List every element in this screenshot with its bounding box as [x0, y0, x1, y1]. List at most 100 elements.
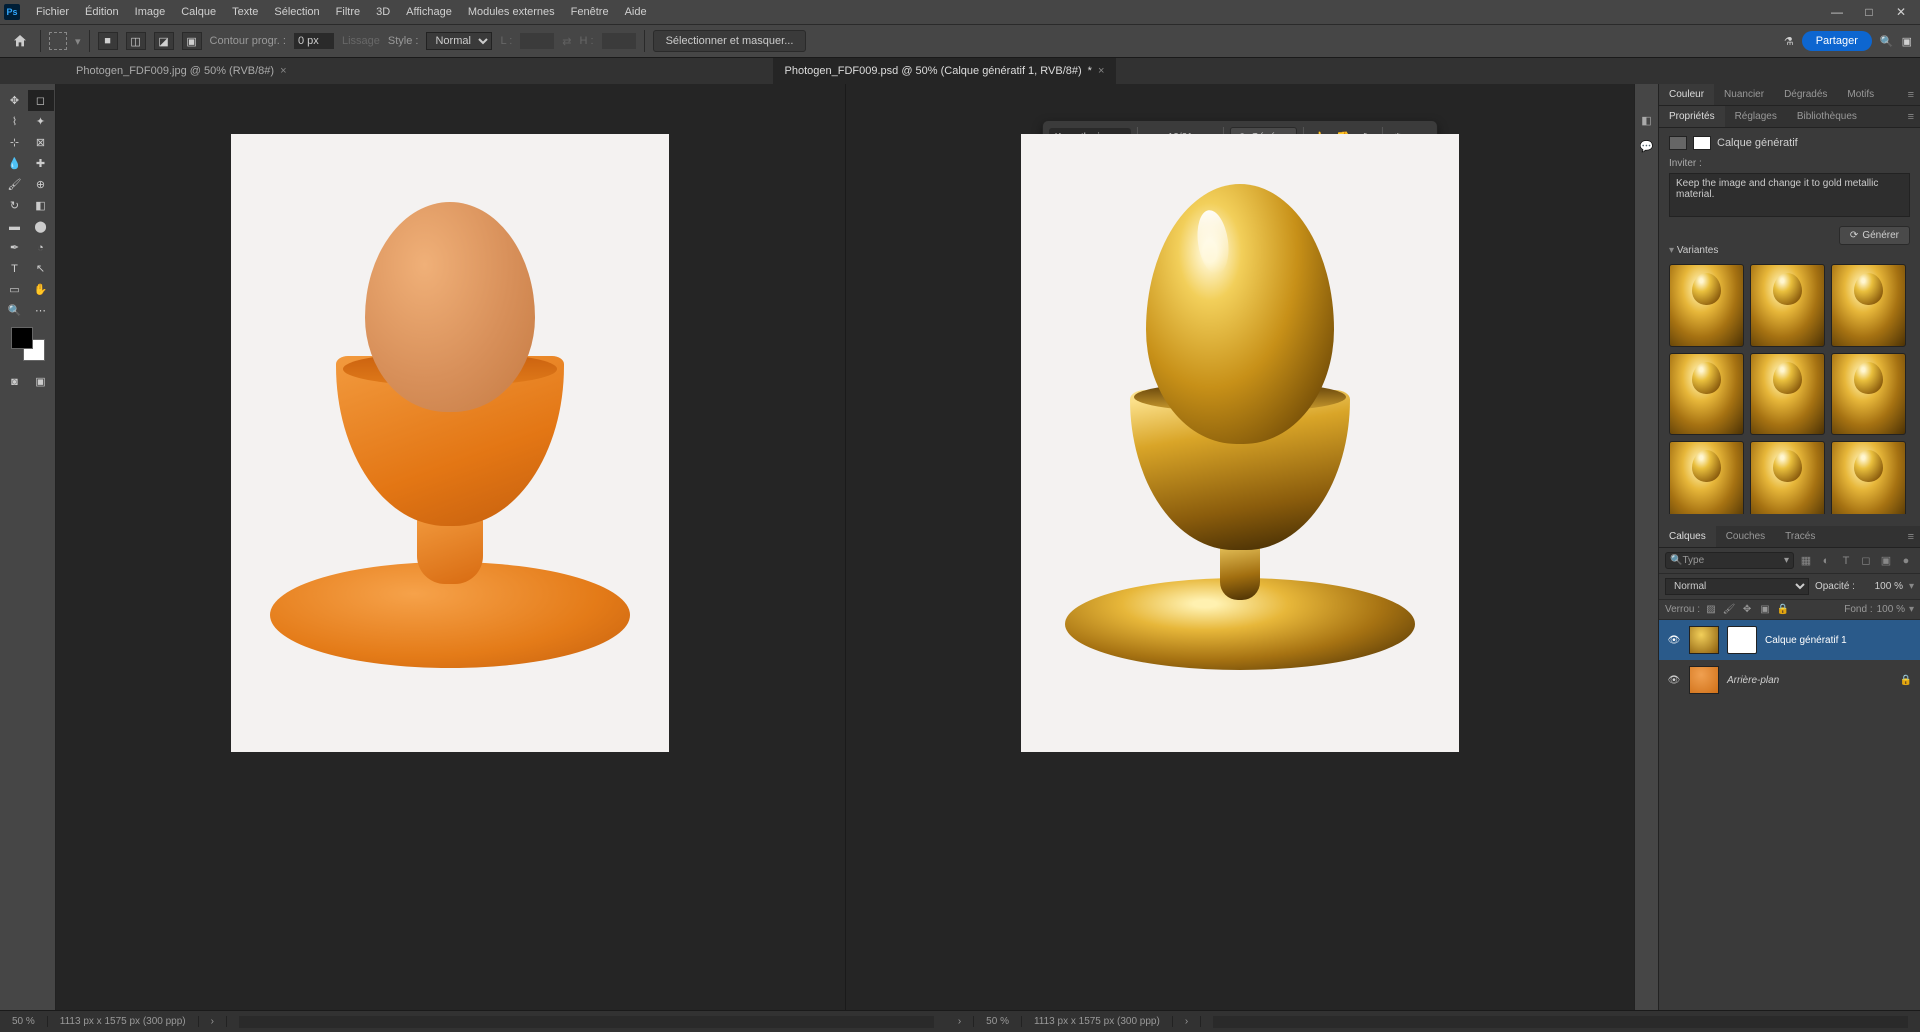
path-select-tool[interactable]: ↖	[28, 258, 54, 279]
menu-affichage[interactable]: Affichage	[398, 2, 460, 22]
menu-sélection[interactable]: Sélection	[266, 2, 327, 22]
panel-icon-1[interactable]: ◧	[1639, 112, 1655, 128]
search-icon[interactable]: 🔍	[1880, 35, 1894, 48]
heal-tool[interactable]: ✚	[28, 153, 54, 174]
color-swatches[interactable]	[11, 327, 45, 361]
selection-subtract[interactable]: ◪	[154, 32, 174, 50]
menu-fenêtre[interactable]: Fenêtre	[563, 2, 617, 22]
menu-filtre[interactable]: Filtre	[328, 2, 368, 22]
layer-row[interactable]: 👁 Calque génératif 1	[1659, 620, 1920, 660]
fill-value[interactable]: 100 %	[1877, 604, 1905, 615]
filter-image-icon[interactable]: ▦	[1798, 554, 1814, 568]
cloud-icon[interactable]: ⚗	[1784, 35, 1794, 48]
filter-toggle[interactable]: ●	[1898, 554, 1914, 568]
close-icon[interactable]: ×	[1098, 65, 1104, 77]
selection-intersect[interactable]: ▣	[182, 32, 202, 50]
crop-tool[interactable]: ⊹	[2, 132, 28, 153]
window-maximize[interactable]: □	[1854, 5, 1884, 19]
menu-modules externes[interactable]: Modules externes	[460, 2, 563, 22]
screen-mode[interactable]: ▣	[28, 371, 54, 392]
document-tab-2[interactable]: Photogen_FDF009.psd @ 50% (Calque généra…	[773, 58, 1117, 84]
lock-position[interactable]: ✥	[1740, 604, 1754, 615]
feather-input[interactable]	[294, 33, 334, 49]
chevron-right-icon[interactable]: ›	[199, 1016, 227, 1027]
filter-type-icon[interactable]: T	[1838, 554, 1854, 568]
filter-smart-icon[interactable]: ▣	[1878, 554, 1894, 568]
layer-name[interactable]: Arrière-plan	[1727, 675, 1892, 686]
eyedropper-tool[interactable]: 💧	[2, 153, 28, 174]
selection-add[interactable]: ◫	[126, 32, 146, 50]
variant-thumb[interactable]	[1750, 441, 1825, 514]
window-close[interactable]: ✕	[1886, 5, 1916, 19]
home-button[interactable]	[8, 29, 32, 53]
more-tools[interactable]: ⋯	[28, 300, 54, 321]
chevron-right-icon[interactable]: ›	[1173, 1016, 1201, 1027]
canvas-right[interactable]	[1021, 134, 1459, 752]
tab-nuancier[interactable]: Nuancier	[1714, 84, 1774, 105]
variant-thumb[interactable]	[1750, 264, 1825, 347]
tab-degrades[interactable]: Dégradés	[1774, 84, 1837, 105]
lock-pixels[interactable]: 🖌	[1722, 604, 1736, 615]
canvas-left[interactable]	[231, 134, 669, 752]
frame-tool[interactable]: ⊠	[28, 132, 54, 153]
tab-calques[interactable]: Calques	[1659, 526, 1716, 547]
invite-textarea[interactable]	[1669, 173, 1910, 217]
pen-tool[interactable]: ✒	[2, 237, 28, 258]
layer-row[interactable]: 👁 Arrière-plan 🔒	[1659, 660, 1920, 700]
layer-filter[interactable]: 🔍 Type ▾	[1665, 552, 1794, 569]
visibility-icon[interactable]: 👁	[1667, 635, 1681, 646]
zoom-left[interactable]: 50 %	[0, 1016, 48, 1027]
style-select[interactable]: Normal	[426, 32, 492, 50]
menu-texte[interactable]: Texte	[224, 2, 266, 22]
dodge-tool[interactable]: ◔	[28, 237, 54, 258]
filter-adjust-icon[interactable]: ◐	[1818, 554, 1834, 568]
panel-icon-2[interactable]: 💬	[1639, 138, 1655, 154]
filter-shape-icon[interactable]: ◻	[1858, 554, 1874, 568]
tab-couches[interactable]: Couches	[1716, 526, 1775, 547]
gradient-tool[interactable]: ▬	[2, 216, 28, 237]
history-brush-tool[interactable]: ↻	[2, 195, 28, 216]
document-tab-1[interactable]: Photogen_FDF009.jpg @ 50% (RVB/8#) ×	[64, 58, 299, 84]
panel-menu-icon[interactable]: ≡	[1902, 111, 1920, 123]
close-icon[interactable]: ×	[280, 65, 286, 77]
opacity-value[interactable]: 100 %	[1861, 581, 1903, 592]
quick-mask[interactable]: ◙	[2, 371, 28, 392]
chevron-right-icon[interactable]: ›	[946, 1016, 974, 1027]
variant-thumb[interactable]	[1669, 353, 1744, 436]
shape-tool[interactable]: ▭	[2, 279, 28, 300]
select-and-mask-button[interactable]: Sélectionner et masquer...	[653, 30, 807, 52]
variant-thumb[interactable]	[1750, 353, 1825, 436]
layer-name[interactable]: Calque génératif 1	[1765, 635, 1912, 646]
workspace-icon[interactable]: ▣	[1902, 35, 1912, 48]
tab-motifs[interactable]: Motifs	[1837, 84, 1884, 105]
hand-tool[interactable]: ✋	[28, 279, 54, 300]
menu-3d[interactable]: 3D	[368, 2, 398, 22]
menu-fichier[interactable]: Fichier	[28, 2, 77, 22]
variant-thumb[interactable]	[1831, 353, 1906, 436]
zoom-right[interactable]: 50 %	[974, 1016, 1022, 1027]
marquee-tool[interactable]: ◻	[28, 90, 54, 111]
h-scrollbar-right[interactable]	[1213, 1016, 1908, 1028]
prop-generate-button[interactable]: ⟳Générer	[1839, 226, 1910, 245]
lock-transparency[interactable]: ▨	[1704, 604, 1718, 615]
blend-mode-select[interactable]: Normal	[1665, 578, 1809, 595]
tab-bibliotheques[interactable]: Bibliothèques	[1787, 106, 1867, 127]
variant-thumb[interactable]	[1669, 441, 1744, 514]
blur-tool[interactable]: ⬤	[28, 216, 54, 237]
lasso-tool[interactable]: ⌇	[2, 111, 28, 132]
variant-thumb[interactable]	[1831, 441, 1906, 514]
h-scrollbar-left[interactable]	[239, 1016, 934, 1028]
stamp-tool[interactable]: ⊕	[28, 174, 54, 195]
brush-tool[interactable]: 🖌	[2, 174, 28, 195]
tab-reglages[interactable]: Réglages	[1725, 106, 1787, 127]
quick-select-tool[interactable]: ✦	[28, 111, 54, 132]
variants-header[interactable]: ▾ Variantes	[1669, 245, 1910, 256]
menu-image[interactable]: Image	[127, 2, 174, 22]
panel-menu-icon[interactable]: ≡	[1902, 531, 1920, 543]
zoom-tool[interactable]: 🔍	[2, 300, 28, 321]
panel-menu-icon[interactable]: ≡	[1902, 89, 1920, 101]
type-tool[interactable]: T	[2, 258, 28, 279]
menu-calque[interactable]: Calque	[173, 2, 224, 22]
document-pane-right[interactable]: Keep the image ... ‹ 12/21 › ⟳Générer 👍 …	[845, 84, 1635, 1010]
window-minimize[interactable]: —	[1822, 5, 1852, 19]
